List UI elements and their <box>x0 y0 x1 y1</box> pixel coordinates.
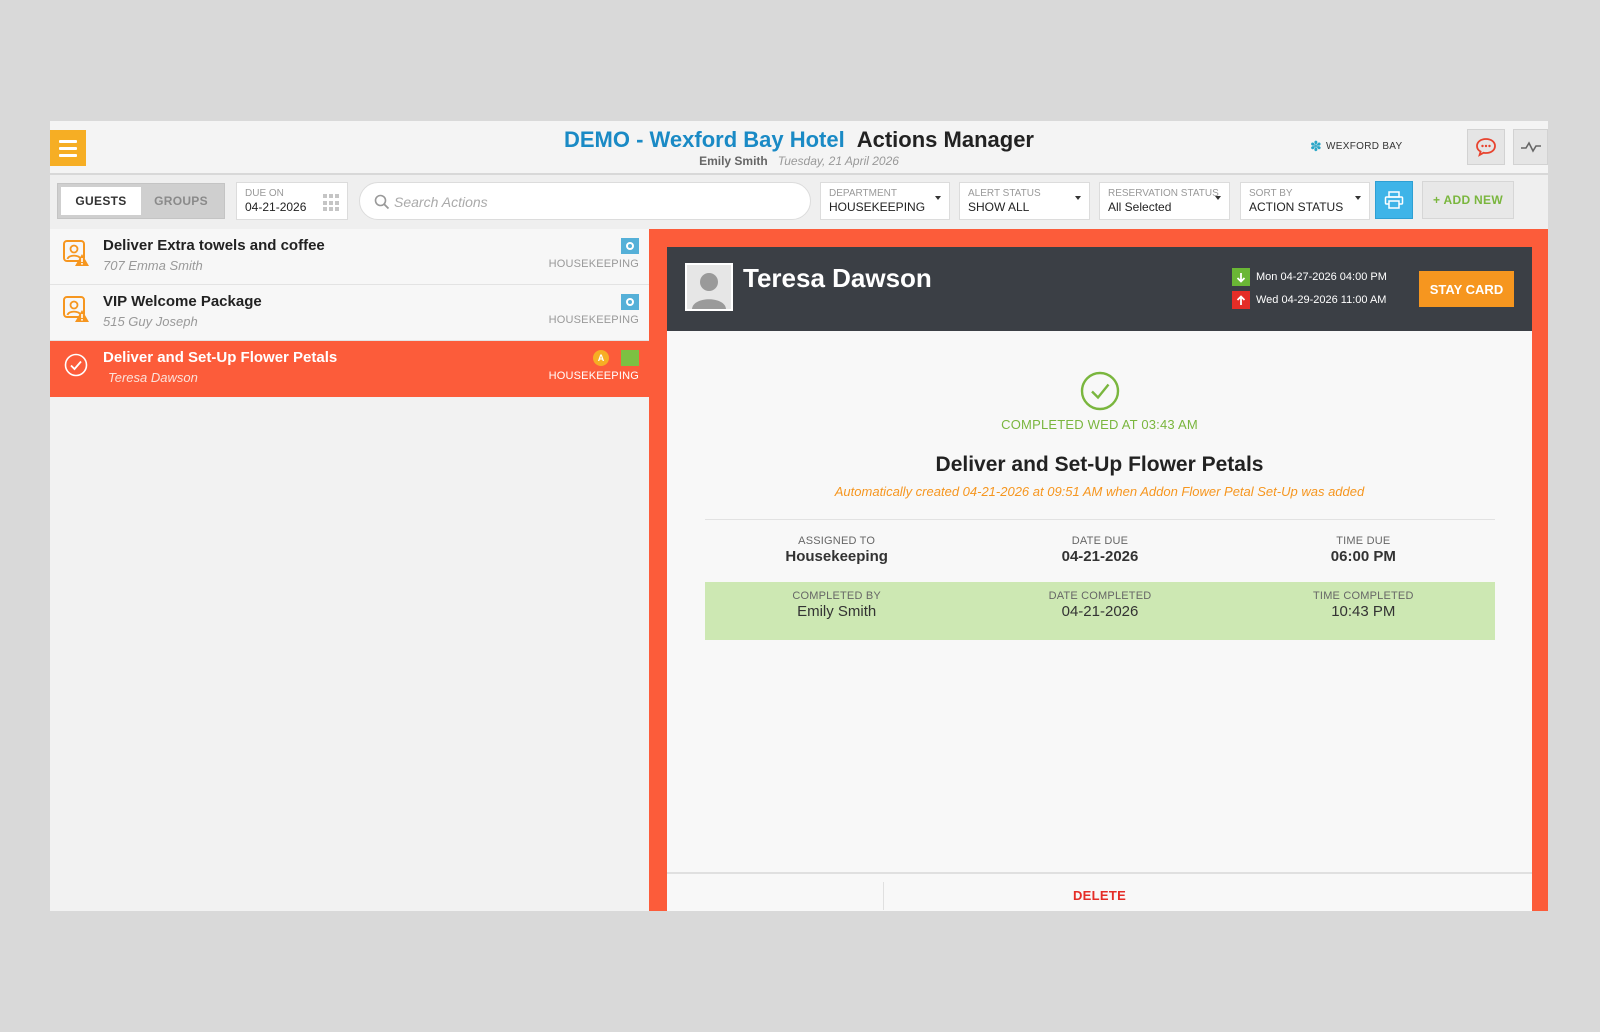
date-due-cell: DATE DUE 04-21-2026 <box>1061 535 1139 565</box>
divider <box>705 519 1495 520</box>
action-item[interactable]: VIP Welcome Package 515 Guy Joseph HOUSE… <box>50 285 649 341</box>
action-department: HOUSEKEEPING <box>548 314 639 326</box>
guest-header: Teresa Dawson Mon 04-27-2026 04:00 PM We… <box>667 247 1532 331</box>
sort-by-label: SORT BY <box>1249 188 1293 199</box>
action-note: Automatically created 04-21-2026 at 09:5… <box>834 484 1365 499</box>
actions-list: Deliver Extra towels and coffee 707 Emma… <box>50 229 649 911</box>
due-on-value: 04-21-2026 <box>245 200 307 214</box>
reservation-status-value: All Selected <box>1108 200 1172 214</box>
app-header: DEMO - Wexford Bay Hotel Actions Manager … <box>50 121 1548 175</box>
completed-status-text: COMPLETED WED AT 03:43 AM <box>1001 417 1198 432</box>
stay-dates: Mon 04-27-2026 04:00 PM Wed 04-29-2026 1… <box>1232 267 1387 313</box>
completed-by-cell: COMPLETED BY Emily Smith <box>792 590 881 620</box>
activity-button[interactable] <box>1513 129 1548 165</box>
tab-guests[interactable]: GUESTS <box>61 187 141 215</box>
due-on-label: DUE ON <box>245 188 284 199</box>
date-completed-cell: DATE COMPLETED 04-21-2026 <box>1048 590 1152 620</box>
chat-button[interactable] <box>1467 129 1505 165</box>
reservation-status-select[interactable]: RESERVATION STATUS All Selected <box>1099 182 1230 220</box>
calendar-grid-icon[interactable] <box>323 194 341 212</box>
action-detail-title: Deliver and Set-Up Flower Petals <box>935 453 1264 476</box>
print-icon <box>1384 191 1404 209</box>
alert-status-value: SHOW ALL <box>968 200 1030 214</box>
guest-warning-icon <box>63 240 89 266</box>
department-select[interactable]: DEPARTMENT HOUSEKEEPING <box>820 182 950 220</box>
chevron-down-icon <box>935 196 941 200</box>
actions-manager-app: DEMO - Wexford Bay Hotel Actions Manager … <box>50 121 1548 911</box>
current-user: Emily Smith <box>699 154 768 168</box>
search-icon <box>374 194 390 210</box>
check-circle-icon <box>1080 371 1120 411</box>
action-item-selected[interactable]: Deliver and Set-Up Flower Petals Teresa … <box>50 341 649 397</box>
action-department: HOUSEKEEPING <box>548 258 639 270</box>
brand-name: WEXFORD BAY <box>1326 141 1403 152</box>
page-title: Actions Manager <box>856 127 1034 152</box>
sort-by-value: ACTION STATUS <box>1249 200 1344 214</box>
open-status-icon <box>621 238 639 254</box>
departure-date: Wed 04-29-2026 11:00 AM <box>1256 294 1387 306</box>
department-value: HOUSEKEEPING <box>829 200 926 214</box>
stay-card-button[interactable]: STAY CARD <box>1419 271 1514 307</box>
alert-status-label: ALERT STATUS <box>968 188 1041 199</box>
open-status-icon <box>621 294 639 310</box>
arrow-up-icon <box>1232 291 1250 309</box>
action-title: Deliver Extra towels and coffee <box>103 237 325 254</box>
action-detail-card: Teresa Dawson Mon 04-27-2026 04:00 PM We… <box>667 247 1532 911</box>
action-item[interactable]: Deliver Extra towels and coffee 707 Emma… <box>50 229 649 285</box>
alert-badge: A <box>593 350 609 366</box>
toolbar: GUESTS GROUPS DUE ON 04-21-2026 DEPARTME… <box>50 177 1548 229</box>
department-label: DEPARTMENT <box>829 188 897 199</box>
completed-status-icon <box>621 350 639 366</box>
action-department: HOUSEKEEPING <box>548 370 639 382</box>
sort-by-select[interactable]: SORT BY ACTION STATUS <box>1240 182 1370 220</box>
guests-groups-toggle: GUESTS GROUPS <box>57 183 225 219</box>
avatar-silhouette-icon <box>687 265 731 309</box>
chevron-down-icon <box>1355 196 1361 200</box>
hotel-name: DEMO - Wexford Bay Hotel <box>563 127 845 152</box>
avatar <box>685 263 733 311</box>
due-on-date-picker[interactable]: DUE ON 04-21-2026 <box>236 182 348 220</box>
reservation-status-label: RESERVATION STATUS <box>1108 188 1219 199</box>
delete-button[interactable]: DELETE <box>667 888 1532 903</box>
arrow-down-icon <box>1232 268 1250 286</box>
search-box <box>359 182 811 220</box>
action-title: Deliver and Set-Up Flower Petals <box>103 349 338 366</box>
activity-icon <box>1520 141 1541 153</box>
action-subtitle: Teresa Dawson <box>108 370 198 385</box>
add-new-button[interactable]: + ADD NEW <box>1422 181 1514 219</box>
search-input[interactable] <box>394 191 794 213</box>
brand-icon: ✽ <box>1310 138 1323 154</box>
guest-warning-icon <box>63 296 89 322</box>
action-title: VIP Welcome Package <box>103 293 262 310</box>
time-completed-cell: TIME COMPLETED 10:43 PM <box>1313 590 1414 620</box>
arrival-date: Mon 04-27-2026 04:00 PM <box>1256 271 1387 283</box>
guest-name: Teresa Dawson <box>743 263 932 293</box>
tab-groups[interactable]: GROUPS <box>141 187 221 215</box>
chat-bubble-icon <box>1476 138 1496 157</box>
chevron-down-icon <box>1075 196 1081 200</box>
current-date: Tuesday, 21 April 2026 <box>777 154 899 168</box>
detail-footer: DELETE <box>667 872 1532 911</box>
alert-status-select[interactable]: ALERT STATUS SHOW ALL <box>959 182 1090 220</box>
brand-logo: ✽ WEXFORD BAY <box>1310 138 1403 155</box>
completion-row: COMPLETED BY Emily Smith DATE COMPLETED … <box>705 582 1495 640</box>
assignment-row: ASSIGNED TO Housekeeping DATE DUE 04-21-… <box>705 527 1495 585</box>
assigned-to-cell: ASSIGNED TO Housekeeping <box>785 535 888 565</box>
print-button[interactable] <box>1375 181 1413 219</box>
check-circle-icon <box>64 353 88 377</box>
chevron-down-icon <box>1215 196 1221 200</box>
time-due-cell: TIME DUE 06:00 PM <box>1330 535 1396 565</box>
action-subtitle: 707 Emma Smith <box>103 258 203 273</box>
action-subtitle: 515 Guy Joseph <box>103 314 198 329</box>
action-detail-frame: Teresa Dawson Mon 04-27-2026 04:00 PM We… <box>649 229 1548 911</box>
